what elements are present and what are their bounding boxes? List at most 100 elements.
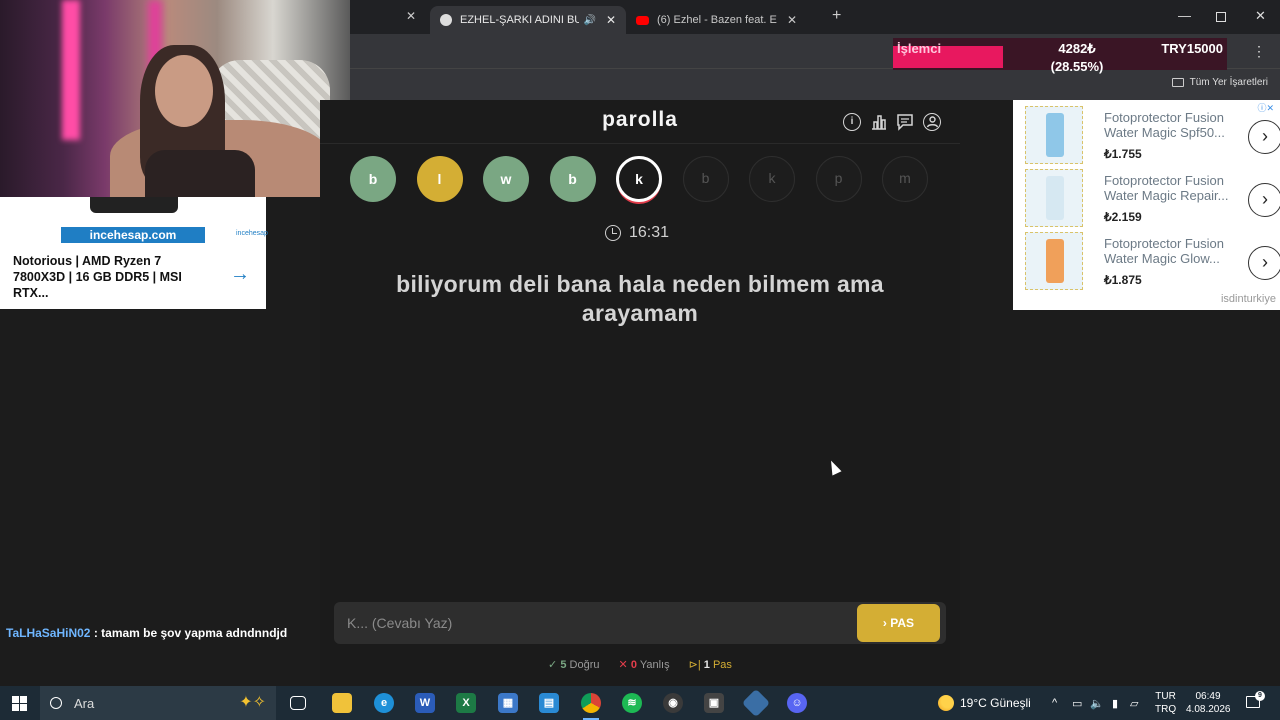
notification-icon[interactable]: 9 <box>1246 691 1265 708</box>
goal-amount-value: 4282₺ <box>1058 41 1096 56</box>
maximize-icon[interactable] <box>1216 12 1226 22</box>
battery-icon[interactable]: ▭ <box>1072 697 1082 710</box>
window-close-icon[interactable]: ✕ <box>1255 8 1266 24</box>
youtube-icon <box>636 15 649 25</box>
game-logo[interactable]: parolla <box>320 108 960 132</box>
network-icon[interactable]: ▱ <box>1130 697 1138 710</box>
parolla-favicon-icon <box>440 14 452 26</box>
discord-icon[interactable]: ☺ <box>787 693 807 713</box>
score-stats: ✓ 5 Doğru ✕ 0 Yanlış ⊳| 1 Pas <box>320 658 960 671</box>
product-card[interactable]: Fotoprotector Fusion Water Magic Spf50..… <box>1025 104 1280 164</box>
volume-icon[interactable]: 🔈 <box>1090 697 1104 710</box>
pass-stat-label: Pas <box>712 659 732 671</box>
excel-icon[interactable]: X <box>456 693 476 713</box>
tab-youtube[interactable]: (6) Ezhel - Bazen feat. Emel - Yo ✕ <box>626 6 822 34</box>
user-icon[interactable] <box>923 113 941 131</box>
ad-source: isdinturkiye <box>1220 293 1276 305</box>
stats-icon[interactable] <box>870 113 888 131</box>
neon-light <box>62 0 80 140</box>
left-advertisement[interactable]: incehesap.com incehesap Notorious | AMD … <box>0 197 268 309</box>
goal-label: İşlemci <box>897 41 942 56</box>
correct-count: 5 <box>560 659 567 671</box>
tab-close-icon[interactable]: ✕ <box>787 13 797 27</box>
product-name[interactable]: Fotoprotector Fusion Water Magic Spf50..… <box>1104 110 1234 140</box>
speaker-icon[interactable]: 🔊 <box>583 15 595 26</box>
chevron-right-icon[interactable]: › <box>1248 183 1280 217</box>
chrome-icon[interactable] <box>581 693 601 720</box>
tab-title: (6) Ezhel - Bazen feat. Emel - Yo <box>657 14 777 26</box>
product-image <box>1025 232 1083 290</box>
taskbar-search[interactable]: Ara ✦✧ <box>40 686 276 720</box>
store-icon[interactable]: ▤ <box>539 693 559 713</box>
product-bottle <box>1046 239 1064 283</box>
word-icon[interactable]: W <box>415 693 435 713</box>
chat-icon[interactable] <box>896 113 914 131</box>
letter-circle-pass: l <box>416 156 463 202</box>
chevron-up-icon[interactable]: ^ <box>1052 697 1057 709</box>
sparkle-icon[interactable]: ✦✧ <box>239 692 266 712</box>
clock-date: 4.08.2026 <box>1186 704 1231 715</box>
chevron-right-icon[interactable]: › <box>1248 120 1280 154</box>
task-view-icon[interactable] <box>290 696 306 710</box>
chat-text: tamam be şov yapma adndnndjd <box>101 626 288 640</box>
donation-goal-bar: İşlemci 4282₺ (28.55%) TRY15000 <box>893 38 1227 74</box>
answer-input[interactable] <box>334 602 844 644</box>
pass-button[interactable]: › PAS <box>857 604 940 642</box>
all-bookmarks-button[interactable]: Tüm Yer İşaretleri <box>1171 77 1268 88</box>
app-icon[interactable]: ▣ <box>704 693 724 713</box>
streamer-face <box>155 55 213 127</box>
app-icon[interactable] <box>741 688 771 718</box>
obs-icon[interactable]: ◉ <box>663 693 683 713</box>
tab-ezhel-game[interactable]: EZHEL-ŞARKI ADINI BULMA 🔊 ✕ <box>430 6 626 34</box>
parolla-game: parolla i blwbkbkpm 16:31 biliyorum deli… <box>320 100 960 686</box>
chat-username: TaLHaSaHiN02 <box>6 626 91 640</box>
tab-close-icon[interactable]: ✕ <box>606 13 616 27</box>
edge-icon[interactable]: e <box>374 693 394 713</box>
ad-text[interactable]: Notorious | AMD Ryzen 7 7800X3D | 16 GB … <box>13 253 203 301</box>
menu-icon[interactable]: ⋮ <box>1252 43 1266 60</box>
pass-label: PAS <box>890 616 915 630</box>
notification-count: 9 <box>1255 691 1265 701</box>
letter-circle-pend: k <box>749 156 795 202</box>
weather-widget[interactable]: 19°C Güneşli <box>938 695 1031 711</box>
product-image <box>1025 169 1083 227</box>
windows-taskbar: Ara ✦✧ e W X ▦ ▤ ≋ ◉ ▣ ☺ 19°C Güneşli ^ … <box>0 686 1280 720</box>
search-label: Ara <box>74 695 95 711</box>
system-clock[interactable]: 06:49 4.08.2026 <box>1186 690 1231 716</box>
minimize-icon[interactable]: — <box>1178 8 1191 23</box>
answer-box: › PAS <box>334 602 946 644</box>
microphone-icon[interactable]: ▮ <box>1112 697 1118 710</box>
windows-start-icon[interactable] <box>12 696 27 711</box>
pass-count: 1 <box>703 659 710 671</box>
sun-icon <box>938 695 954 711</box>
chevron-right-icon[interactable]: › <box>1248 246 1280 280</box>
file-explorer-icon[interactable] <box>332 693 352 713</box>
goal-target: TRY15000 <box>1161 41 1223 56</box>
product-name[interactable]: Fotoprotector Fusion Water Magic Repair.… <box>1104 173 1234 203</box>
bookmarks-label: Tüm Yer İşaretleri <box>1189 77 1268 88</box>
new-tab-button[interactable]: + <box>832 7 841 25</box>
skip-icon: ⊳| <box>688 659 701 671</box>
letter-circle-pend: b <box>682 156 729 202</box>
correct-stat: ✓ 5 Doğru <box>548 659 599 671</box>
lang-bottom: TRQ <box>1155 704 1177 715</box>
cross-icon: ✕ <box>618 659 628 671</box>
tab-close-icon[interactable]: ✕ <box>406 9 416 23</box>
product-card[interactable]: Fotoprotector Fusion Water Magic Repair.… <box>1025 167 1280 227</box>
arrow-right-icon[interactable]: → <box>230 263 250 286</box>
product-card[interactable]: Fotoprotector Fusion Water Magic Glow...… <box>1025 230 1280 290</box>
product-bottle <box>1046 176 1064 220</box>
product-name[interactable]: Fotoprotector Fusion Water Magic Glow... <box>1104 236 1234 266</box>
info-icon[interactable]: i <box>843 113 861 131</box>
wrong-count: 0 <box>630 659 637 671</box>
right-advertisement[interactable]: ⓘ✕ Fotoprotector Fusion Water Magic Spf5… <box>1013 100 1280 310</box>
ad-brand-logo: incehesap.com <box>61 227 205 243</box>
calculator-icon[interactable]: ▦ <box>498 693 518 713</box>
spotify-icon[interactable]: ≋ <box>622 693 642 713</box>
letter-circle-ok: w <box>483 156 529 202</box>
letter-circle-ok: b <box>549 156 596 202</box>
language-indicator[interactable]: TUR TRQ <box>1155 690 1176 716</box>
timer: 16:31 <box>605 224 669 242</box>
chat-separator: : <box>90 626 102 640</box>
webcam-feed <box>0 0 350 197</box>
